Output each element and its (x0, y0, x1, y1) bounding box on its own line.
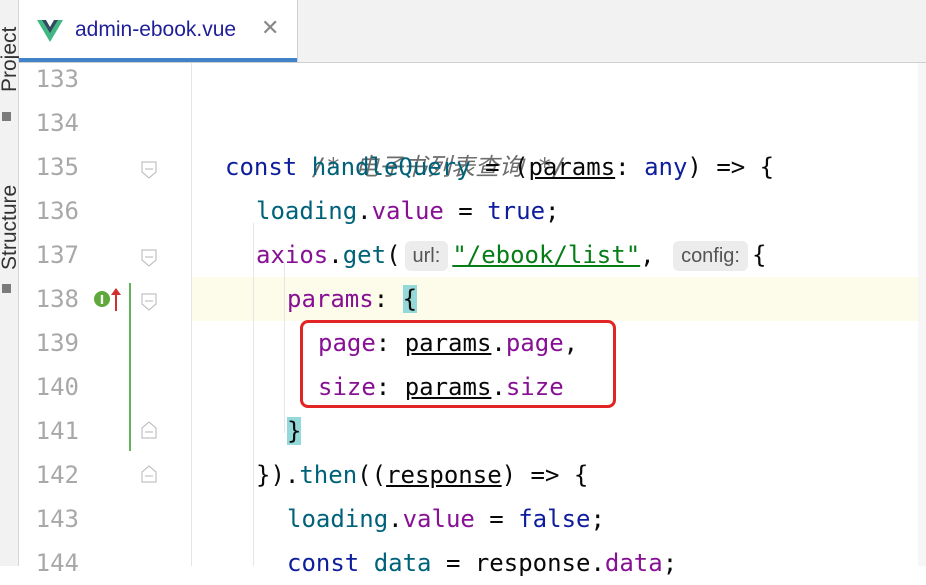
code-text: { (752, 241, 767, 269)
code-line: /* 电子书列表查询 */ (225, 101, 567, 181)
code-line: loading.value = false; (287, 497, 605, 541)
code-text: . (357, 197, 372, 225)
code-line: }).then((response) => { (256, 453, 588, 497)
line-number: 134 (35, 109, 79, 137)
variable: loading (287, 505, 389, 533)
code-text: ; (590, 505, 605, 533)
code-text: = (443, 197, 488, 225)
code-text: ( (386, 241, 401, 269)
code-line: const handleQuery = (params: any) => { (225, 145, 774, 189)
line-number: 143 (35, 505, 79, 533)
line-number: 135 (35, 153, 79, 181)
code-line: const data = response.data; (287, 541, 677, 585)
keyword: true (487, 197, 546, 225)
tab-title: admin-ebook.vue (75, 18, 237, 41)
structure-icon (2, 284, 11, 293)
code-text: . (388, 505, 403, 533)
code-text: : (373, 285, 403, 313)
svg-text:I: I (100, 293, 104, 307)
code-line: } (287, 409, 302, 453)
type-name: any (644, 153, 688, 181)
code-text: = ( (470, 153, 529, 181)
fold-toggle-icon[interactable] (141, 293, 157, 311)
parameter: response (386, 461, 502, 489)
indent-guide (191, 63, 192, 566)
parameter-hint[interactable]: url: (404, 241, 449, 271)
code-line: loading.value = true; (256, 189, 559, 233)
fold-toggle-icon[interactable] (141, 249, 157, 267)
editor-tab-bar: admin-ebook.vue ✕ (19, 0, 926, 63)
fold-end-icon[interactable] (141, 421, 157, 439)
code-line: params: { (287, 277, 418, 321)
property: value (371, 197, 444, 225)
code-text: = (431, 549, 475, 577)
line-number: 138 (35, 285, 79, 313)
line-number: 133 (35, 65, 79, 93)
line-number: 139 (35, 329, 79, 357)
keyword: false (518, 505, 591, 533)
function-name: handleQuery (311, 153, 471, 181)
line-number: 137 (35, 241, 79, 269)
property: params (287, 285, 374, 313)
variable: response (474, 549, 591, 577)
vertical-scrollbar[interactable] (918, 63, 926, 566)
code-text: , (640, 241, 655, 269)
code-text: ; (662, 549, 678, 577)
code-text: = (474, 505, 519, 533)
code-text: ) => { (687, 153, 775, 181)
code-text: ; (545, 197, 560, 225)
implementation-marker-icon[interactable]: I (93, 287, 125, 313)
editor-gutter: 133 134 135 136 137 138 139 140 141 142 … (19, 63, 191, 577)
line-number: 144 (35, 549, 79, 577)
keyword: const (287, 549, 360, 577)
project-icon (2, 112, 11, 121)
string-literal: "/ebook/list" (452, 241, 641, 269)
code-text: (( (357, 461, 387, 489)
line-number: 142 (35, 461, 79, 489)
file-tab[interactable]: admin-ebook.vue ✕ (19, 0, 298, 62)
code-text: . (328, 241, 343, 269)
code-area[interactable]: /* 电子书列表查询 */ const handleQuery = (param… (191, 63, 926, 577)
code-text: : (615, 153, 645, 181)
fold-end-icon[interactable] (141, 465, 157, 483)
function-name: then (299, 461, 358, 489)
variable: data (373, 549, 432, 577)
keyword: const (225, 153, 298, 181)
line-number: 140 (35, 373, 79, 401)
variable: loading (256, 197, 358, 225)
property: data (604, 549, 663, 577)
code-line: axios.get(url: "/ebook/list", config:{ (256, 233, 766, 277)
fold-toggle-icon[interactable] (141, 161, 157, 179)
parameter-hint[interactable]: config: (673, 241, 748, 271)
code-text: ) => { (501, 461, 589, 489)
function-name: get (342, 241, 387, 269)
tool-window-strip: Project Structure (0, 0, 21, 566)
code-text: . (590, 549, 605, 577)
vcs-change-marker[interactable] (129, 283, 131, 451)
highlight-annotation-box (300, 320, 616, 408)
code-editor[interactable]: 133 134 135 136 137 138 139 140 141 142 … (19, 63, 926, 577)
line-number: 136 (35, 197, 79, 225)
matched-brace: { (402, 285, 418, 313)
indent-guide (284, 263, 285, 433)
property: value (402, 505, 475, 533)
indent-guide (253, 223, 254, 566)
parameter: params (528, 153, 616, 181)
vue-icon (37, 20, 63, 42)
line-number: 141 (35, 417, 79, 445)
code-text: }). (256, 461, 300, 489)
variable: axios (256, 241, 329, 269)
close-icon[interactable]: ✕ (261, 16, 279, 41)
matched-brace: } (287, 417, 302, 445)
